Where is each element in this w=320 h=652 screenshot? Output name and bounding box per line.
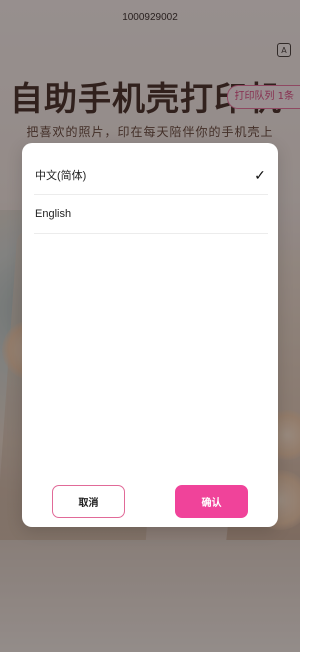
confirm-button[interactable]: 确认 xyxy=(175,485,248,518)
language-option-english[interactable]: English xyxy=(34,195,268,234)
language-option-label: English xyxy=(35,208,72,220)
app-screen: 1000929002 A 自助手机壳打印机 打印队列 1条 把喜欢的照片，印在每… xyxy=(0,0,300,652)
language-option-chinese[interactable]: 中文(简体) ✓ xyxy=(34,156,268,195)
cancel-button[interactable]: 取消 xyxy=(52,485,125,518)
language-option-label: 中文(简体) xyxy=(35,170,87,182)
language-dialog: 中文(简体) ✓ English 取消 确认 xyxy=(22,143,278,527)
check-icon: ✓ xyxy=(254,166,266,183)
